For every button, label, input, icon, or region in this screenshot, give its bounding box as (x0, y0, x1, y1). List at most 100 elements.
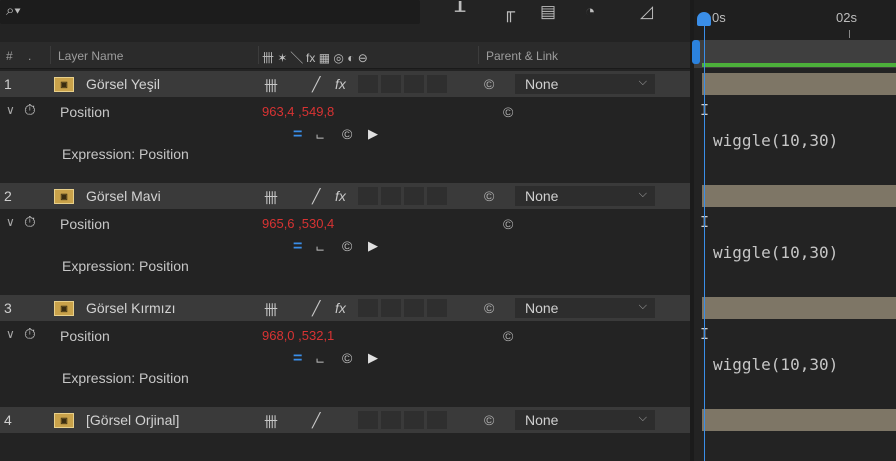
quality-switch-icon[interactable]: ╱ (312, 300, 320, 317)
layer-name[interactable]: [Görsel Orjinal] (86, 412, 179, 428)
layer-row[interactable]: 4 ▣ [Görsel Orjinal] 卌 ╱ © None ⌵ (0, 407, 690, 433)
switch-box[interactable] (381, 411, 401, 429)
pickwhip-icon[interactable]: © (503, 328, 513, 344)
quality-switch-icon[interactable]: ╱ (312, 188, 320, 205)
column-parent-link[interactable]: Parent & Link (486, 49, 558, 63)
shy-switch-icon[interactable]: 卌 (264, 412, 278, 432)
stopwatch-icon[interactable]: ⏱ (24, 102, 36, 119)
ruler-label: 02s (836, 10, 857, 25)
switch-box[interactable] (404, 299, 424, 317)
pickwhip-icon[interactable]: © (342, 350, 352, 366)
column-layer-name[interactable]: Layer Name (58, 49, 123, 63)
switch-box[interactable] (358, 299, 378, 317)
property-row: ∨ ⏱ Position 965,6 ,530,4 © (0, 211, 690, 237)
shy-switch-icon[interactable]: 卌 (264, 188, 278, 208)
quality-switch-icon[interactable]: ╱ (312, 76, 320, 93)
expression-enable-icon[interactable]: = (293, 238, 302, 256)
language-menu-icon[interactable]: ▶ (368, 126, 378, 142)
expression-field[interactable]: wiggle(10,30) (713, 131, 838, 150)
switch-box[interactable] (358, 411, 378, 429)
language-menu-icon[interactable]: ▶ (368, 350, 378, 366)
graph-icon[interactable]: ⨽ (316, 350, 324, 367)
flowchart-icon[interactable]: ┸ (455, 2, 465, 22)
expression-field[interactable]: wiggle(10,30) (713, 243, 838, 262)
timeline-panel (694, 0, 896, 461)
effects-switch-icon[interactable]: fx (335, 188, 346, 204)
language-menu-icon[interactable]: ▶ (368, 238, 378, 254)
quality-switch-icon[interactable]: ╱ (312, 412, 320, 429)
parent-dropdown[interactable]: None ⌵ (515, 298, 655, 318)
expression-enable-icon[interactable]: = (293, 350, 302, 368)
parent-value: None (525, 188, 559, 204)
expression-enable-icon[interactable]: = (293, 126, 302, 144)
position-value[interactable]: 968,0 ,532,1 (262, 328, 334, 343)
work-area-start-handle[interactable] (692, 40, 700, 64)
switch-box[interactable] (404, 187, 424, 205)
parent-dropdown[interactable]: None ⌵ (515, 410, 655, 430)
switch-box[interactable] (404, 75, 424, 93)
switch-box[interactable] (427, 187, 447, 205)
layer-row[interactable]: 3 ▣ Görsel Kırmızı 卌 ╱ fx © None ⌵ (0, 295, 690, 321)
pickwhip-icon[interactable]: © (342, 126, 352, 142)
layer-row[interactable]: 1 ▣ Görsel Yeşil 卌 ╱ fx © None ⌵ (0, 71, 690, 97)
pickwhip-icon[interactable]: © (484, 188, 494, 204)
work-area-range[interactable] (702, 63, 896, 67)
search-input[interactable]: ⌕▾ (0, 0, 420, 24)
switch-box[interactable] (427, 75, 447, 93)
twirl-down-icon[interactable]: ∨ (6, 103, 15, 117)
position-value[interactable]: 965,6 ,530,4 (262, 216, 334, 231)
switch-box[interactable] (381, 75, 401, 93)
motion-blur-icon[interactable]: ◔ (585, 2, 595, 22)
pickwhip-icon[interactable]: © (484, 300, 494, 316)
parent-value: None (525, 76, 559, 92)
switch-box[interactable] (381, 299, 401, 317)
layer-duration-bar[interactable] (702, 73, 896, 95)
expression-label: Expression: Position (62, 370, 189, 386)
column-switches[interactable]: 卌 ✶ ╲ fx ▦ ◎ ◐ ⊖ (262, 49, 368, 66)
layer-row[interactable]: 2 ▣ Görsel Mavi 卌 ╱ fx © None ⌵ (0, 183, 690, 209)
effects-switch-icon[interactable]: fx (335, 76, 346, 92)
expression-field[interactable]: wiggle(10,30) (713, 355, 838, 374)
pickwhip-icon[interactable]: © (342, 238, 352, 254)
parent-value: None (525, 300, 559, 316)
draft-3d-icon[interactable]: ╓ (503, 2, 515, 22)
search-icon[interactable]: ⌕▾ (6, 2, 21, 19)
twirl-down-icon[interactable]: ∨ (6, 215, 15, 229)
stopwatch-icon[interactable]: ⏱ (24, 326, 36, 343)
column-header: # . Layer Name 卌 ✶ ╲ fx ▦ ◎ ◐ ⊖ Parent &… (0, 42, 690, 69)
expression-label: Expression: Position (62, 146, 189, 162)
time-ruler[interactable]: 0s 02s (694, 0, 896, 40)
position-value[interactable]: 963,4 ,549,8 (262, 104, 334, 119)
shy-switch-icon[interactable]: 卌 (264, 300, 278, 320)
parent-dropdown[interactable]: None ⌵ (515, 74, 655, 94)
switch-box[interactable] (427, 299, 447, 317)
pickwhip-icon[interactable]: © (484, 412, 494, 428)
current-time-indicator-head[interactable] (697, 12, 711, 26)
switch-box[interactable] (404, 411, 424, 429)
stopwatch-icon[interactable]: ⏱ (24, 214, 36, 231)
layer-name[interactable]: Görsel Kırmızı (86, 300, 175, 316)
image-layer-icon: ▣ (54, 301, 74, 316)
pickwhip-icon[interactable]: © (503, 104, 513, 120)
graph-editor-icon[interactable]: ◿ (640, 2, 653, 22)
graph-icon[interactable]: ⨽ (316, 126, 324, 143)
frame-blending-icon[interactable]: ▤ (540, 2, 556, 22)
graph-icon[interactable]: ⨽ (316, 238, 324, 255)
switch-box[interactable] (358, 187, 378, 205)
layer-name[interactable]: Görsel Yeşil (86, 76, 160, 92)
twirl-down-icon[interactable]: ∨ (6, 327, 15, 341)
layer-duration-bar[interactable] (702, 409, 896, 431)
shy-switch-icon[interactable]: 卌 (264, 76, 278, 96)
pickwhip-icon[interactable]: © (484, 76, 494, 92)
effects-switch-icon[interactable]: fx (335, 300, 346, 316)
layer-duration-bar[interactable] (702, 297, 896, 319)
switch-box[interactable] (427, 411, 447, 429)
switch-box[interactable] (358, 75, 378, 93)
parent-dropdown[interactable]: None ⌵ (515, 186, 655, 206)
layer-name[interactable]: Görsel Mavi (86, 188, 161, 204)
property-name: Position (60, 216, 110, 232)
pickwhip-icon[interactable]: © (503, 216, 513, 232)
layer-duration-bar[interactable] (702, 185, 896, 207)
current-time-indicator[interactable] (704, 20, 705, 461)
switch-box[interactable] (381, 187, 401, 205)
